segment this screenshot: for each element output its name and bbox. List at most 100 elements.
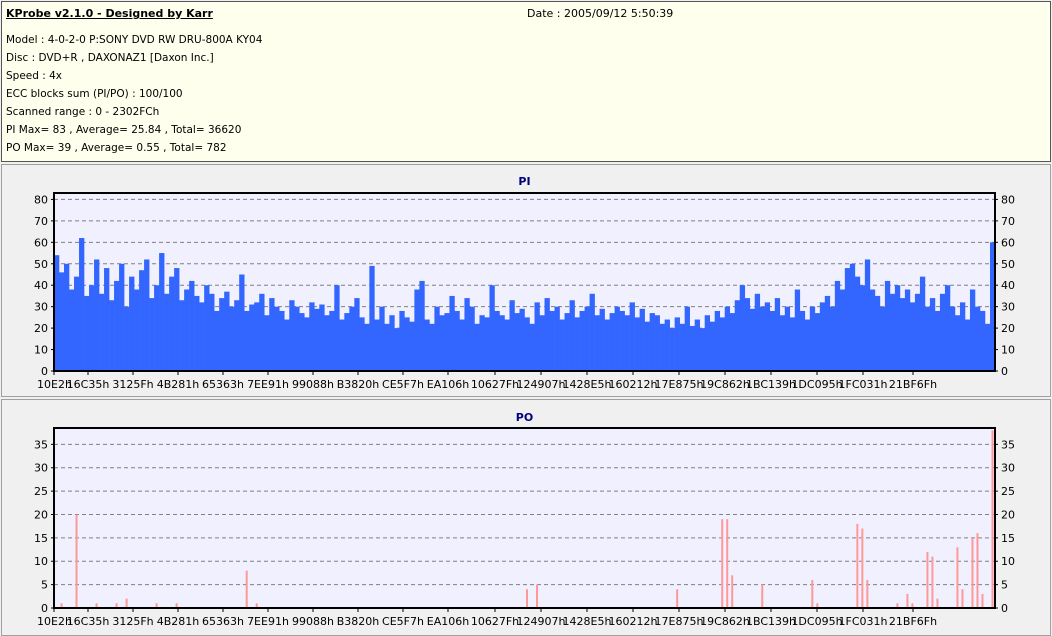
po-xtick-label: 1DC095h [791,615,842,628]
pi-bar [704,315,710,371]
pi-bar [544,298,550,371]
pi-bar [94,259,100,371]
pi-bar [959,302,966,371]
po-xtick-label: 99088h [292,615,334,628]
pi-bar [394,328,400,371]
pi-xtick-label: 99088h [292,378,334,391]
po-bar [961,589,964,608]
pi-ytick-left: 30 [34,301,48,314]
pi-bar [164,293,170,371]
po-xtick-label: 16C35h [67,615,110,628]
charts-svg: PI0 010 1020 2030 3040 4050 5060 6070 7080 8010E2… [34,175,1015,628]
pi-xtick-label: 3125Fh [112,378,153,391]
po-xtick-label: B3820h [337,615,380,628]
pi-bar [264,315,270,371]
pi-bar [469,306,475,371]
pi-bar [659,323,665,371]
po-xtick-label: 1428E5h [563,615,612,628]
pi-bar [149,298,155,371]
pi-bar [144,259,150,371]
po-bar [926,551,929,608]
po-bar [75,514,78,608]
pi-bar [294,306,300,371]
pi-bar [509,300,515,371]
pi-bar [809,306,816,371]
po-bar [245,570,248,608]
pi-bar [919,276,926,371]
pi-bar [429,323,435,371]
pi-bar [369,265,375,371]
pi-xtick-label: EA106h [427,378,469,391]
pi-ytick-right: 10 [1001,344,1015,357]
pi-bar [789,317,796,371]
pi-bar [384,323,390,371]
pi-bar [249,304,255,371]
pi-bar [969,289,976,371]
po-bar [981,593,984,608]
pi-bar [714,310,721,371]
pi-bar [899,298,906,371]
pi-xtick-label: 160212h [609,378,658,391]
pi-bar [69,289,75,371]
po-ytick-right: 30 [1001,462,1015,475]
pi-bar [769,310,776,371]
pi-bar [299,313,305,371]
pi-ytick-left: 10 [34,344,48,357]
pi-bar [944,285,951,371]
pi-xtick-label: CE5F7h [382,378,424,391]
pi-bar [304,317,310,371]
pi-bar [119,263,125,371]
pi-xtick-label: 4B281h [157,378,200,391]
pi-bar [499,315,505,371]
pi-ytick-right: 50 [1001,258,1015,271]
po-xtick-label: EA106h [427,615,469,628]
pi-bar [844,268,851,371]
po-xtick-label: CE5F7h [382,615,424,628]
pi-bar [784,306,791,371]
pi-bar [174,268,180,371]
pi-bar [309,302,315,371]
pi-bar [569,300,575,371]
pi-bar [534,302,540,371]
pi-bar [684,306,690,371]
po-xtick-label: 10627Fh [471,615,519,628]
pi-bar [754,293,761,371]
pi-bar [599,308,605,371]
pi-bar [489,285,495,371]
po-ytick-left: 20 [34,508,48,521]
pi-bar [729,313,736,371]
pi-bar [934,310,941,371]
pi-bar [889,293,896,371]
po-ytick-right: 25 [1001,485,1015,498]
po-plot-area [54,428,995,608]
pi-bar [639,308,645,371]
pi-xtick-label: 1BC139h [746,378,796,391]
po-xtick-label: 19C862h [700,615,750,628]
pi-bar [749,308,756,371]
pi-bar [904,289,911,371]
pi-bar [554,306,560,371]
po-ytick-right: 5 [1001,579,1008,592]
pi-xtick-label: 19C862h [700,378,750,391]
pi-bar [74,276,80,371]
pi-xtick-label: 17E875h [655,378,704,391]
pi-bar [574,317,580,371]
pi-bar [549,310,555,371]
po-ytick-left: 0 [41,602,48,615]
po-ytick-right: 10 [1001,555,1015,568]
pi-bar [244,310,250,371]
pi-bar [839,289,846,371]
pi-bar [859,285,866,371]
po-bar [761,584,764,608]
po-bar [726,519,729,608]
pi-bar [459,319,465,371]
pi-bar [324,315,330,371]
pi-bar [419,280,425,371]
pi-bar [329,310,335,371]
pi-bar [139,270,145,371]
pi-bar [584,306,590,371]
pi-ytick-right: 40 [1001,279,1015,292]
pi-bar [724,306,731,371]
po-bar [866,579,869,608]
pi-bar [964,319,971,371]
